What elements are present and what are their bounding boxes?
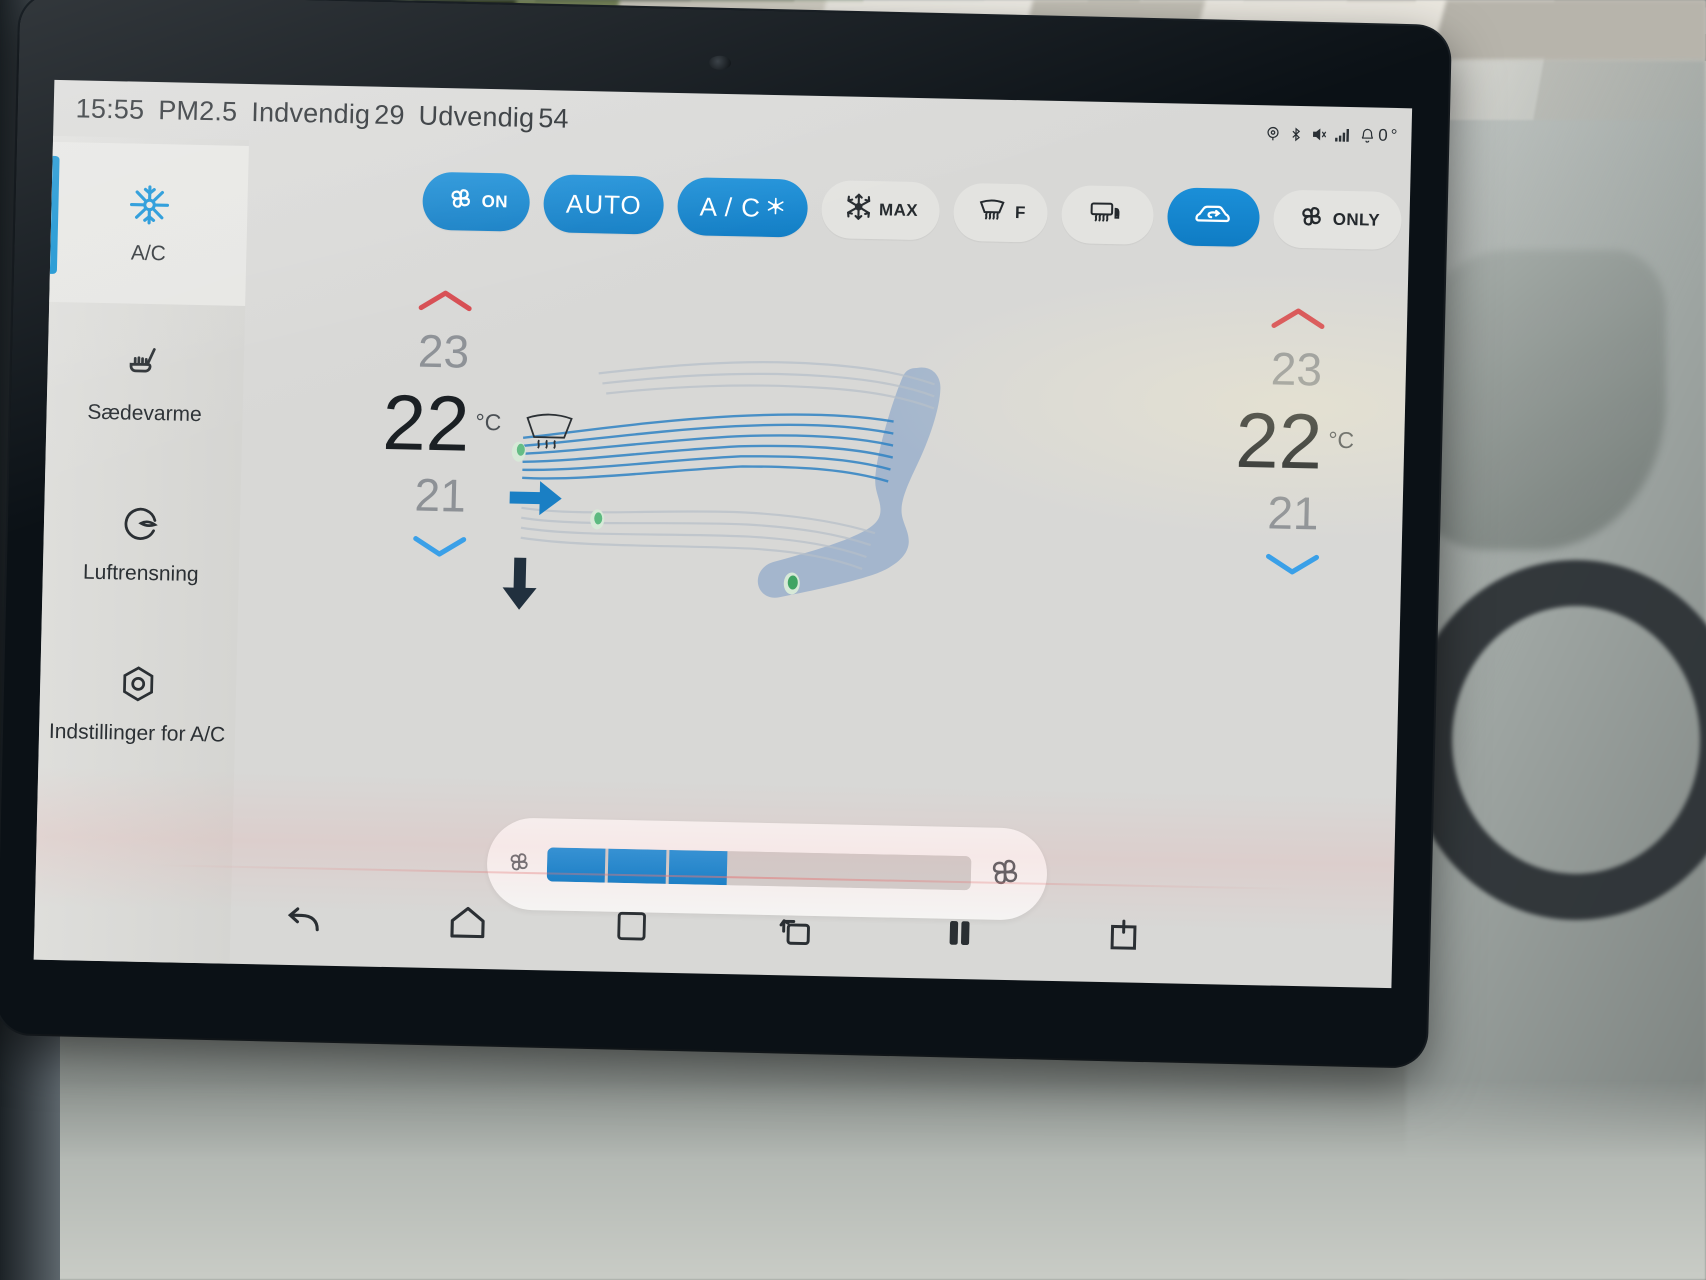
temp-up-button-left[interactable] — [412, 283, 477, 318]
car-infotainment-tablet: 15:55 PM2.5 Indvendig 29 Udvendig 54 0 °… — [0, 0, 1451, 1067]
snowflake-fan-icon — [126, 181, 173, 228]
temp-down-value-left: 21 — [414, 468, 467, 522]
ac-button[interactable]: A / C — [677, 176, 809, 238]
front-defrost-icon — [976, 194, 1011, 231]
outdoor-value: 54 — [537, 102, 570, 134]
home-icon[interactable] — [444, 899, 491, 946]
fan-speed-segment[interactable] — [668, 849, 728, 886]
temp-up-value-left: 23 — [417, 324, 470, 378]
airflow-visualization — [492, 345, 1059, 657]
front-defrost-label: F — [1014, 203, 1027, 223]
sidebar-item-label: Indstillinger for A/C — [48, 719, 226, 747]
recirculation-icon — [1190, 199, 1237, 236]
fan-small-icon — [505, 847, 534, 881]
rotate-screen-icon[interactable] — [772, 906, 819, 953]
outdoor-label: Udvendig — [418, 100, 535, 133]
status-bar-left: 15:55 PM2.5 Indvendig 29 Udvendig 54 — [75, 93, 569, 134]
bluetooth-icon — [1288, 125, 1303, 142]
fan-icon — [444, 183, 477, 220]
temp-down-button-right[interactable] — [1259, 545, 1324, 580]
temp-current-value-left: 22 — [381, 377, 471, 468]
sidebar-item-label: A/C — [130, 241, 167, 266]
fan-icon — [1295, 201, 1328, 238]
max-cool-button[interactable]: MAX — [821, 180, 941, 241]
pm25-label: PM2.5 — [157, 94, 238, 127]
fan-speed-segment[interactable] — [912, 855, 972, 891]
status-bar-right: 0 ° — [1264, 123, 1398, 146]
sidebar-item-seat-heat[interactable]: Sædevarme — [45, 302, 245, 466]
mode-button-row: ON AUTO A / C MAX F ONLY — [421, 171, 1403, 251]
snowflake-icon — [844, 191, 875, 228]
auto-label: AUTO — [565, 188, 643, 220]
temp-unit-right: °C — [1327, 426, 1355, 454]
rear-defrost-icon — [1087, 197, 1128, 234]
back-arrow-icon[interactable] — [280, 896, 327, 943]
rear-defrost-button[interactable] — [1061, 185, 1155, 245]
climate-panel: ON AUTO A / C MAX F ONLY 23 22 °C 21 23 … — [230, 140, 1411, 988]
signal-icon — [1334, 127, 1352, 143]
seat-heat-icon — [122, 341, 169, 388]
outdoor-air-quality: Udvendig 54 — [418, 100, 569, 134]
max-cool-label: MAX — [878, 200, 919, 221]
active-indicator-bar — [49, 155, 60, 274]
snowflake-small-icon — [766, 194, 787, 221]
location-icon — [1264, 125, 1281, 142]
fan-power-label: ON — [481, 191, 509, 212]
pause-split-icon[interactable] — [936, 910, 983, 957]
exterior-temp-value: 0 — [1377, 125, 1388, 145]
sidebar-item-label: Sædevarme — [87, 400, 203, 427]
indoor-air-quality: Indvendig 29 — [251, 97, 405, 131]
fan-only-label: ONLY — [1332, 209, 1381, 230]
passenger-temperature-control: 23 22 °C 21 — [1204, 300, 1386, 582]
mute-icon — [1310, 126, 1327, 142]
power-icon[interactable] — [1100, 913, 1147, 960]
sidebar-item-ac[interactable]: A/C — [49, 141, 249, 306]
fan-speed-segment[interactable] — [729, 851, 789, 887]
sidebar: A/C Sædevarme Luftrensning Indstillinger… — [33, 135, 250, 964]
fan-power-button[interactable]: ON — [421, 171, 531, 232]
temp-up-button-right[interactable] — [1265, 301, 1330, 336]
fan-speed-segment[interactable] — [790, 852, 850, 888]
fan-speed-segment[interactable] — [607, 848, 667, 884]
dashboard-hump — [1406, 250, 1666, 550]
temp-current-value-right: 22 — [1234, 395, 1324, 486]
ac-label: A / C — [699, 190, 762, 223]
screen: 15:55 PM2.5 Indvendig 29 Udvendig 54 0 °… — [33, 79, 1413, 989]
pm25-group: PM2.5 — [158, 95, 238, 128]
recirculation-button[interactable] — [1167, 187, 1261, 248]
sidebar-item-air-purify[interactable]: Luftrensning — [42, 462, 242, 626]
fan-speed-segment[interactable] — [851, 853, 911, 889]
temp-current-left: 22 °C — [381, 377, 502, 468]
notification-bell-icon: 0 ° — [1359, 125, 1398, 146]
front-camera — [708, 55, 732, 71]
temp-current-right: 22 °C — [1234, 395, 1355, 486]
sidebar-item-ac-settings[interactable]: Indstillinger for A/C — [38, 622, 238, 786]
settings-gear-icon — [115, 661, 162, 708]
vent-floor-arrow — [502, 557, 537, 610]
temp-down-value-right: 21 — [1266, 486, 1320, 540]
front-defrost-button[interactable]: F — [953, 182, 1049, 243]
square-icon[interactable] — [608, 903, 655, 950]
degree-symbol: ° — [1390, 125, 1398, 146]
indoor-label: Indvendig — [250, 96, 371, 130]
temp-down-button-left[interactable] — [407, 527, 472, 562]
fan-only-button[interactable]: ONLY — [1273, 189, 1403, 251]
air-purify-icon — [118, 501, 165, 548]
dashboard-bottom — [0, 1080, 1706, 1280]
sidebar-item-label: Luftrensning — [82, 560, 199, 587]
indoor-value: 29 — [373, 99, 406, 130]
temp-up-value-right: 23 — [1270, 342, 1323, 396]
fan-speed-segment[interactable] — [546, 847, 606, 883]
clock: 15:55 — [75, 92, 145, 125]
auto-button[interactable]: AUTO — [543, 174, 665, 235]
airflow-lines-upper — [522, 413, 894, 483]
main-body: A/C Sædevarme Luftrensning Indstillinger… — [33, 135, 1411, 988]
